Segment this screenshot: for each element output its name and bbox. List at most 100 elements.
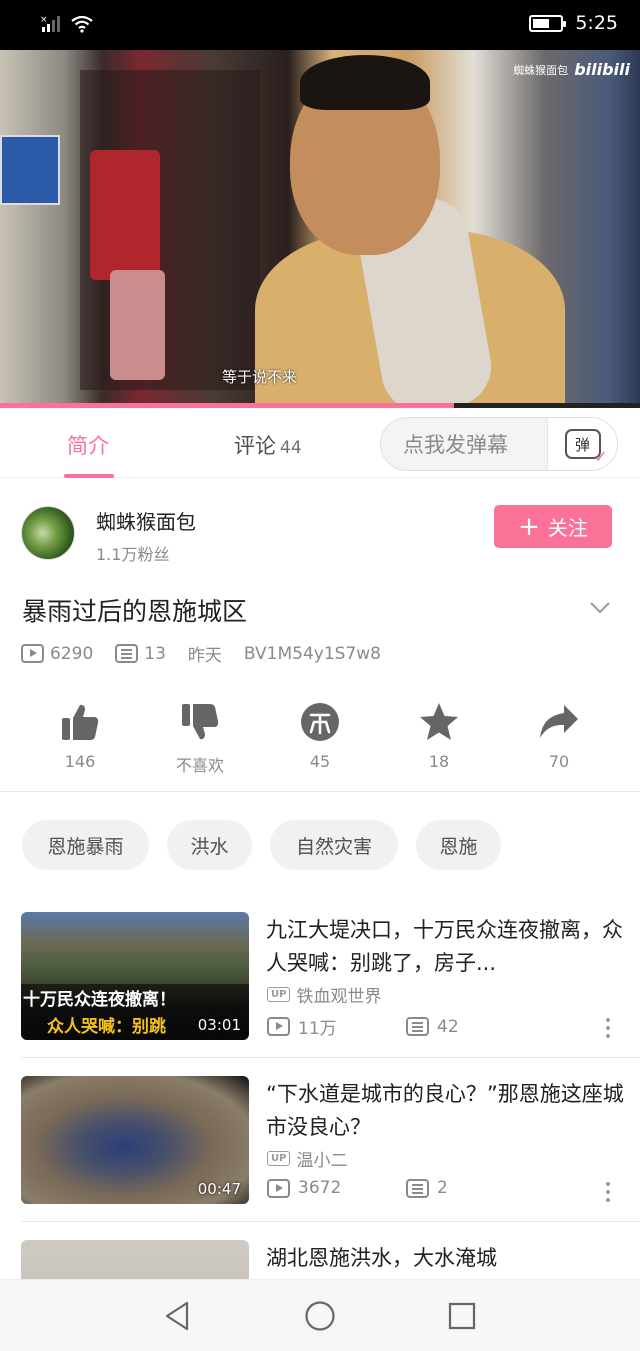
- related-video-item[interactable]: 湖北恩施洪水，大水淹城: [0, 1240, 640, 1279]
- related-danmaku: 2: [437, 1178, 448, 1198]
- video-person-hair: [300, 55, 430, 110]
- like-count: 146: [64, 752, 96, 771]
- related-thumbnail[interactable]: 十万民众连夜撤离！ 众人哭喊：别跳 03:01: [21, 912, 249, 1040]
- tag-chip[interactable]: 恩施暴雨: [22, 820, 149, 870]
- uploader-name[interactable]: 蜘蛛猴面包: [96, 506, 196, 535]
- play-count-icon: [267, 1017, 290, 1036]
- related-video-item[interactable]: 00:47 “下水道是城市的良心？”那恩施这座城市没良心？ UP 温小二 367…: [0, 1076, 640, 1216]
- action-bar: 146 不喜欢 45 18 70: [0, 700, 640, 792]
- video-background-sign: [0, 135, 60, 205]
- uploader-fans: 1.1万粉丝: [96, 545, 170, 564]
- favorite-button[interactable]: 18: [379, 700, 499, 771]
- share-button[interactable]: 70: [499, 700, 619, 771]
- star-icon: [420, 703, 458, 740]
- danmaku-count: 13: [144, 643, 166, 664]
- share-count: 70: [548, 752, 570, 771]
- related-thumbnail[interactable]: [21, 1240, 249, 1279]
- video-background-clothes: [90, 150, 160, 280]
- tab-intro[interactable]: 简介: [67, 430, 109, 460]
- status-bar: × 5:25: [0, 0, 640, 50]
- thumbnail-caption: 十万民众连夜撤离！: [23, 990, 176, 1010]
- danmaku-count-icon: [115, 644, 139, 663]
- more-options-icon[interactable]: [606, 1018, 610, 1042]
- video-progress-fill: [0, 403, 455, 408]
- related-danmaku: 42: [437, 1016, 459, 1037]
- back-icon[interactable]: [162, 1300, 194, 1332]
- related-title: 湖北恩施洪水，大水淹城: [266, 1246, 497, 1270]
- video-duration: 03:01: [197, 1016, 241, 1034]
- danmaku-count-icon: [406, 1017, 429, 1036]
- like-button[interactable]: 146: [20, 700, 140, 771]
- follow-label: 关注: [547, 516, 588, 540]
- danmaku-toggle-button[interactable]: 弹: [547, 418, 617, 470]
- related-views: 11万: [298, 1019, 337, 1039]
- publish-date: 昨天: [187, 646, 222, 666]
- play-count-icon: [267, 1178, 290, 1198]
- thumbnail-caption: 众人哭喊：别跳: [47, 1017, 166, 1037]
- chevron-down-icon[interactable]: [590, 597, 610, 617]
- video-title: 暴雨过后的恩施城区: [22, 597, 248, 626]
- danmaku-count-icon: [406, 1178, 429, 1198]
- danmaku-icon: 弹: [564, 429, 608, 466]
- uploader-avatar[interactable]: [21, 506, 75, 560]
- tag-chip[interactable]: 自然灾害: [270, 820, 398, 870]
- dislike-button[interactable]: 不喜欢: [140, 700, 260, 776]
- svg-text:×: ×: [40, 15, 48, 25]
- status-time: 5:25: [575, 12, 618, 34]
- play-count-icon: [21, 644, 44, 663]
- video-duration: 00:47: [197, 1180, 241, 1198]
- view-count: 6290: [50, 643, 94, 664]
- bilibili-logo: bilibili: [574, 60, 630, 79]
- related-views: 3672: [298, 1178, 342, 1198]
- danmaku-placeholder: 点我发弹幕: [403, 433, 508, 457]
- coin-icon: [301, 703, 339, 741]
- related-uploader-name: 温小二: [296, 1151, 348, 1171]
- recents-icon[interactable]: [446, 1300, 478, 1332]
- coin-button[interactable]: 45: [260, 700, 380, 771]
- tag-chip[interactable]: 洪水: [167, 820, 252, 870]
- danmaku-icon-label: 弹: [574, 435, 590, 454]
- related-uploader-name: 铁血观世界: [296, 987, 382, 1007]
- share-icon: [540, 705, 578, 738]
- related-video-item[interactable]: 十万民众连夜撤离！ 众人哭喊：别跳 03:01 九江大堤决口，十万民众连夜撤离，…: [0, 912, 640, 1052]
- battery-charging-icon: [529, 14, 567, 32]
- follow-button[interactable]: + 关注: [494, 505, 612, 548]
- plus-icon: +: [518, 511, 540, 542]
- favorite-count: 18: [428, 752, 450, 771]
- comment-count: 44: [280, 438, 302, 458]
- tab-intro-label: 简介: [67, 434, 109, 458]
- dislike-label: 不喜欢: [175, 756, 224, 775]
- no-sim-icon: ×: [40, 15, 60, 32]
- related-uploader: UP 铁血观世界: [267, 982, 381, 1007]
- tab-comments-label: 评论: [234, 434, 276, 458]
- video-meta: 6290 13 昨天 BV1M54y1S7w8: [21, 641, 403, 666]
- tag-chip[interactable]: 恩施: [416, 820, 501, 870]
- video-progress-bar[interactable]: [0, 403, 640, 408]
- video-watermark: 蜘蛛猴面包 bilibili: [513, 60, 630, 79]
- thumbs-down-icon: [182, 704, 219, 740]
- tab-active-indicator: [64, 474, 114, 478]
- video-background-clothes: [110, 270, 165, 380]
- watermark-author: 蜘蛛猴面包: [513, 63, 569, 77]
- divider: [21, 1221, 640, 1222]
- related-title: 九江大堤决口，十万民众连夜撤离，众人哭喊：别跳了，房子...: [266, 918, 623, 975]
- related-title: “下水道是城市的良心？”那恩施这座城市没良心？: [266, 1082, 624, 1139]
- related-stats: 11万 42: [267, 1014, 459, 1039]
- related-uploader: UP 温小二: [267, 1146, 347, 1171]
- more-options-icon[interactable]: [606, 1182, 610, 1206]
- video-player[interactable]: 蜘蛛猴面包 bilibili 等于说不来: [0, 50, 640, 408]
- danmaku-input[interactable]: 点我发弹幕 弹: [380, 417, 618, 471]
- wifi-icon: [71, 15, 93, 33]
- bvid: BV1M54y1S7w8: [243, 643, 381, 664]
- video-subtitle: 等于说不来: [222, 368, 298, 386]
- up-badge: UP: [267, 1151, 291, 1166]
- related-stats: 3672 2: [267, 1178, 448, 1198]
- tab-comments[interactable]: 评论 44: [234, 430, 302, 460]
- up-badge: UP: [267, 987, 291, 1002]
- home-icon[interactable]: [304, 1300, 336, 1332]
- related-thumbnail[interactable]: 00:47: [21, 1076, 249, 1204]
- divider: [21, 1057, 640, 1058]
- thumbs-up-icon: [62, 704, 99, 740]
- system-nav-bar: [0, 1279, 640, 1351]
- coin-count: 45: [309, 752, 331, 771]
